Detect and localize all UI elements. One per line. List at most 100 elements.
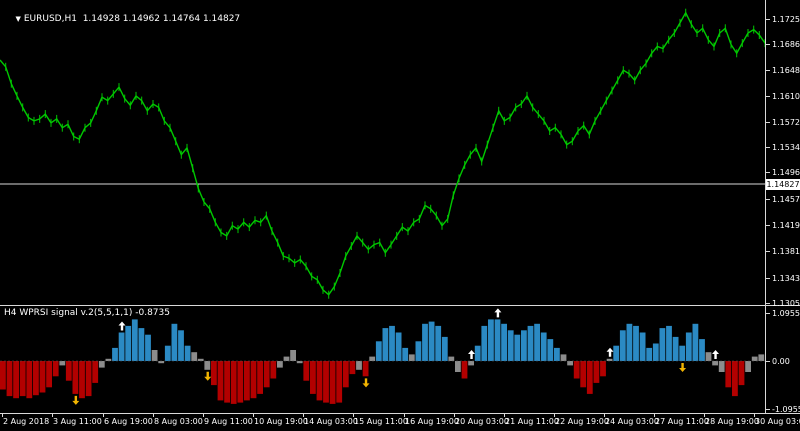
histogram-bar (547, 339, 554, 361)
histogram-bar (692, 323, 699, 361)
indicator-histogram (0, 308, 765, 405)
histogram-bar (197, 358, 204, 361)
histogram-bar (751, 356, 758, 361)
time-axis-label: 8 Aug 03:00 (154, 417, 203, 426)
sell-signal-arrow-icon (72, 395, 80, 405)
buy-signal-arrow-icon (468, 350, 476, 359)
histogram-bar (389, 325, 395, 361)
time-axis-label: 6 Aug 19:00 (104, 417, 153, 426)
price-axis-tick (766, 19, 770, 20)
histogram-bar (705, 352, 712, 361)
histogram-bar (481, 325, 488, 361)
histogram-bar (369, 356, 376, 361)
histogram-bar (639, 332, 646, 361)
histogram-bar (158, 361, 165, 364)
histogram-bar (329, 361, 336, 404)
histogram-bar (277, 361, 283, 368)
collapse-arrow-icon[interactable]: ▼ (15, 15, 20, 23)
histogram-bar (303, 361, 310, 381)
price-series-line (0, 11, 765, 296)
histogram-bar (92, 361, 99, 383)
histogram-bar (514, 334, 521, 361)
histogram-bar (230, 361, 237, 404)
histogram-bar (118, 332, 125, 361)
price-chart-panel[interactable]: ▼ EURUSD,H1 1.14928 1.14962 1.14764 1.148… (0, 0, 765, 305)
histogram-bar (217, 361, 224, 401)
buy-signal-arrow-icon (118, 321, 126, 331)
histogram-bar (461, 361, 468, 379)
price-axis-tick (766, 44, 770, 45)
time-axis-label: 14 Aug 03:00 (304, 417, 358, 426)
histogram-bar (65, 361, 72, 381)
price-axis-label: 1.13057 (772, 299, 800, 308)
histogram-bar (488, 319, 494, 361)
histogram-bar (211, 361, 217, 386)
histogram-bar (362, 361, 369, 377)
histogram-bar (646, 347, 653, 361)
histogram-bar (13, 361, 19, 399)
histogram-bar (573, 361, 580, 379)
panel-separator[interactable] (0, 305, 800, 306)
histogram-bar (685, 332, 692, 361)
histogram-bar (606, 358, 613, 361)
price-axis-label: 1.13437 (772, 274, 800, 283)
histogram-bar (19, 361, 26, 397)
indicator-title: H4 WPRSI signal v.2(5,5,1,1) -0.8735 (4, 308, 170, 318)
time-axis[interactable]: 2 Aug 2018 3 Aug 11:00 6 Aug 19:00 8 Aug 03… (0, 414, 800, 431)
histogram-bar (415, 341, 422, 361)
histogram-bar (474, 345, 481, 361)
price-axis-label: 1.13817 (772, 247, 800, 256)
histogram-bar (296, 361, 303, 364)
histogram-bar (151, 350, 158, 361)
price-axis[interactable]: 1.17257 1.16867 1.16487 1.16107 1.15727 1.153… (766, 0, 800, 414)
histogram-bar (52, 361, 59, 377)
time-axis-label: 2 Aug 2018 (3, 417, 50, 426)
histogram-bar (178, 330, 184, 361)
histogram-bar (534, 323, 540, 361)
histogram-bar (567, 361, 573, 366)
histogram-bar (98, 361, 105, 368)
price-axis-label: 1.14197 (772, 221, 800, 230)
time-axis-label: 3 Aug 11:00 (53, 417, 102, 426)
price-axis-tick (766, 122, 770, 123)
histogram-bar (283, 356, 290, 361)
histogram-bar (613, 345, 620, 361)
histogram-bar (554, 347, 560, 361)
histogram-bar (105, 358, 112, 361)
histogram-bar (85, 361, 92, 397)
price-axis-tick (766, 303, 770, 304)
time-axis-label: 10 Aug 19:00 (254, 417, 308, 426)
histogram-bar (441, 336, 448, 361)
histogram-bar (171, 323, 178, 361)
price-line-chart (0, 8, 765, 299)
histogram-bar (382, 328, 389, 361)
histogram-bar (0, 361, 6, 390)
histogram-bar (659, 328, 666, 361)
indicator-axis-label: -1.0955 (772, 405, 800, 414)
sell-signal-arrow-icon (679, 363, 687, 372)
histogram-bar (323, 361, 329, 403)
histogram-bar (39, 361, 46, 393)
main-chart-title: ▼ EURUSD,H1 1.14928 1.14962 1.14764 1.148… (4, 3, 240, 36)
time-axis-label: 15 Aug 11:00 (354, 417, 408, 426)
histogram-bar (633, 325, 639, 361)
histogram-bar (428, 321, 435, 361)
histogram-bar (699, 339, 705, 361)
price-axis-label: 1.16107 (772, 92, 800, 101)
histogram-bar (33, 361, 39, 396)
histogram-bar (131, 319, 138, 361)
histogram-bar (316, 361, 323, 401)
indicator-panel[interactable]: H4 WPRSI signal v.2(5,5,1,1) -0.8735 (0, 306, 765, 413)
price-axis-tick (766, 70, 770, 71)
price-axis-label: 1.15347 (772, 143, 800, 152)
price-axis-tick (766, 147, 770, 148)
histogram-bar (310, 361, 316, 394)
time-axis-label: 9 Aug 11:00 (204, 417, 253, 426)
indicator-axis-tick (766, 313, 770, 314)
histogram-bar (619, 330, 626, 361)
histogram-bar (712, 361, 718, 366)
histogram-bar (468, 361, 474, 366)
histogram-bar (580, 361, 587, 388)
buy-signal-arrow-icon (494, 308, 502, 318)
price-axis-label: 1.16487 (772, 66, 800, 75)
